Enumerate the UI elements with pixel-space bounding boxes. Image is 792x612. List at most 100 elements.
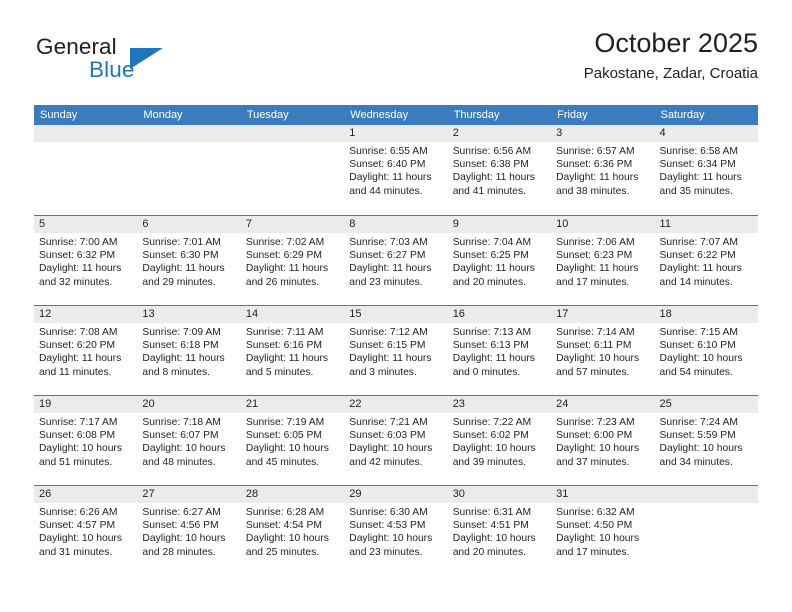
sunset-text: Sunset: 6:25 PM xyxy=(452,250,529,262)
day-cell-1[interactable]: 1 Sunrise: 6:55 AM Sunset: 6:40 PM Daylight… xyxy=(344,125,448,215)
day-details: Sunrise: 7:02 AM Sunset: 6:29 PM Daylight:… xyxy=(241,233,344,289)
day-details: Sunrise: 7:15 AM Sunset: 6:10 PM Daylight:… xyxy=(655,323,758,379)
day-cell-28[interactable]: 28 Sunrise: 6:28 AM Sunset: 4:54 PM Dayligh… xyxy=(240,486,345,575)
day-details: Sunrise: 7:19 AM Sunset: 6:05 PM Daylight:… xyxy=(241,413,344,469)
weekday-header-thursday: Thursday xyxy=(453,109,500,121)
calendar-page: General Blue October 2025 Pakostane, Zad… xyxy=(0,0,792,612)
day-number: 30 xyxy=(447,486,552,503)
sunset-text: Sunset: 6:29 PM xyxy=(245,250,322,262)
day-cell-20[interactable]: 20 Sunrise: 7:18 AM Sunset: 6:07 PM Dayligh… xyxy=(137,396,241,485)
weekday-header-wednesday: Wednesday xyxy=(350,109,409,121)
day-cell-24[interactable]: 24 Sunrise: 7:23 AM Sunset: 6:00 PM Dayligh… xyxy=(551,396,655,485)
sunset-text: Sunset: 6:30 PM xyxy=(142,250,219,262)
day-number xyxy=(654,486,758,503)
day-cell-15[interactable]: 15 Sunrise: 7:12 AM Sunset: 6:15 PM Dayligh… xyxy=(344,306,448,395)
day-details: Sunrise: 7:14 AM Sunset: 6:11 PM Daylight:… xyxy=(551,323,654,379)
day-cell-empty xyxy=(654,486,758,575)
day-cell-12[interactable]: 12 Sunrise: 7:08 AM Sunset: 6:20 PM Dayligh… xyxy=(34,306,138,395)
day-number: 14 xyxy=(240,306,345,323)
sunrise-text: Sunrise: 7:01 AM xyxy=(142,237,221,248)
daylight-text: Daylight: 11 hours and 3 minutes. xyxy=(349,353,432,378)
day-cell-25[interactable]: 25 Sunrise: 7:24 AM Sunset: 5:59 PM Dayligh… xyxy=(654,396,758,485)
day-cell-18[interactable]: 18 Sunrise: 7:15 AM Sunset: 6:10 PM Dayligh… xyxy=(654,306,758,395)
day-cell-2[interactable]: 2 Sunrise: 6:56 AM Sunset: 6:38 PM Daylight… xyxy=(447,125,552,215)
sunrise-text: Sunrise: 6:58 AM xyxy=(659,146,738,157)
weekday-header-tuesday: Tuesday xyxy=(246,109,289,121)
sunset-text: Sunset: 6:34 PM xyxy=(659,159,736,171)
day-cell-17[interactable]: 17 Sunrise: 7:14 AM Sunset: 6:11 PM Dayligh… xyxy=(551,306,655,395)
sunrise-text: Sunrise: 7:15 AM xyxy=(659,327,738,338)
day-details: Sunrise: 7:18 AM Sunset: 6:07 PM Daylight:… xyxy=(137,413,240,469)
day-number xyxy=(240,125,345,142)
sunset-text: Sunset: 4:50 PM xyxy=(556,520,633,532)
day-cell-26[interactable]: 26 Sunrise: 6:26 AM Sunset: 4:57 PM Dayligh… xyxy=(34,486,138,575)
day-cell-3[interactable]: 3 Sunrise: 6:57 AM Sunset: 6:36 PM Daylight… xyxy=(551,125,655,215)
day-cell-11[interactable]: 11 Sunrise: 7:07 AM Sunset: 6:22 PM Dayligh… xyxy=(654,216,758,305)
day-cell-10[interactable]: 10 Sunrise: 7:06 AM Sunset: 6:23 PM Dayligh… xyxy=(551,216,655,305)
day-details: Sunrise: 7:23 AM Sunset: 6:00 PM Daylight:… xyxy=(551,413,654,469)
day-details: Sunrise: 7:03 AM Sunset: 6:27 PM Daylight:… xyxy=(344,233,447,289)
day-cell-31[interactable]: 31 Sunrise: 6:32 AM Sunset: 4:50 PM Dayligh… xyxy=(551,486,655,575)
day-cell-5[interactable]: 5 Sunrise: 7:00 AM Sunset: 6:32 PM Daylight… xyxy=(34,216,138,305)
day-cell-29[interactable]: 29 Sunrise: 6:30 AM Sunset: 4:53 PM Dayligh… xyxy=(344,486,448,575)
day-number: 13 xyxy=(137,306,241,323)
day-cell-14[interactable]: 14 Sunrise: 7:11 AM Sunset: 6:16 PM Dayligh… xyxy=(240,306,345,395)
day-cell-23[interactable]: 23 Sunrise: 7:22 AM Sunset: 6:02 PM Dayligh… xyxy=(447,396,552,485)
daylight-text: Daylight: 10 hours and 57 minutes. xyxy=(556,353,640,378)
daylight-text: Daylight: 11 hours and 41 minutes. xyxy=(452,172,535,197)
day-cell-22[interactable]: 22 Sunrise: 7:21 AM Sunset: 6:03 PM Dayligh… xyxy=(344,396,448,485)
day-details: Sunrise: 6:55 AM Sunset: 6:40 PM Daylight:… xyxy=(344,142,447,198)
day-details: Sunrise: 7:22 AM Sunset: 6:02 PM Daylight:… xyxy=(448,413,551,469)
day-cell-27[interactable]: 27 Sunrise: 6:27 AM Sunset: 4:56 PM Dayligh… xyxy=(137,486,241,575)
day-cell-30[interactable]: 30 Sunrise: 6:31 AM Sunset: 4:51 PM Dayligh… xyxy=(447,486,552,575)
sunrise-text: Sunrise: 7:19 AM xyxy=(245,417,325,428)
day-cell-7[interactable]: 7 Sunrise: 7:02 AM Sunset: 6:29 PM Daylight… xyxy=(240,216,345,305)
brand-logo[interactable]: General Blue xyxy=(34,34,254,92)
day-cell-16[interactable]: 16 Sunrise: 7:13 AM Sunset: 6:13 PM Dayligh… xyxy=(447,306,552,395)
day-details: Sunrise: 7:06 AM Sunset: 6:23 PM Daylight:… xyxy=(551,233,654,289)
day-details: Sunrise: 6:56 AM Sunset: 6:38 PM Daylight:… xyxy=(448,142,551,198)
title-block: October 2025 Pakostane, Zadar, Croatia xyxy=(584,26,758,85)
daylight-text: Daylight: 11 hours and 44 minutes. xyxy=(349,172,432,197)
page-header: General Blue October 2025 Pakostane, Zad… xyxy=(34,26,758,98)
calendar-weeks: 1 Sunrise: 6:55 AM Sunset: 6:40 PM Daylight… xyxy=(34,125,758,575)
daylight-text: Daylight: 10 hours and 37 minutes. xyxy=(556,443,640,468)
day-cell-empty xyxy=(240,125,345,215)
sunset-text: Sunset: 6:22 PM xyxy=(659,250,736,262)
day-cell-9[interactable]: 9 Sunrise: 7:04 AM Sunset: 6:25 PM Daylight… xyxy=(447,216,552,305)
day-details: Sunrise: 6:26 AM Sunset: 4:57 PM Daylight:… xyxy=(34,503,137,559)
sunrise-text: Sunrise: 7:18 AM xyxy=(142,417,221,428)
day-cell-19[interactable]: 19 Sunrise: 7:17 AM Sunset: 6:08 PM Dayligh… xyxy=(34,396,138,485)
sunset-text: Sunset: 4:54 PM xyxy=(245,520,322,532)
day-cell-21[interactable]: 21 Sunrise: 7:19 AM Sunset: 6:05 PM Dayligh… xyxy=(240,396,345,485)
sunset-text: Sunset: 4:56 PM xyxy=(142,520,219,532)
day-number xyxy=(34,125,138,142)
day-number: 24 xyxy=(551,396,655,413)
daylight-text: Daylight: 11 hours and 20 minutes. xyxy=(452,263,535,288)
sunset-text: Sunset: 6:15 PM xyxy=(349,340,426,352)
day-number: 1 xyxy=(344,125,448,142)
day-cell-4[interactable]: 4 Sunrise: 6:58 AM Sunset: 6:34 PM Daylight… xyxy=(654,125,758,215)
day-details: Sunrise: 6:28 AM Sunset: 4:54 PM Daylight:… xyxy=(241,503,344,559)
weekday-header-sunday: Sunday xyxy=(40,109,78,121)
daylight-text: Daylight: 11 hours and 17 minutes. xyxy=(556,263,639,288)
day-number: 8 xyxy=(344,216,448,233)
day-cell-empty xyxy=(137,125,241,215)
day-details: Sunrise: 7:21 AM Sunset: 6:03 PM Daylight:… xyxy=(344,413,447,469)
day-number: 26 xyxy=(34,486,138,503)
day-number xyxy=(137,125,241,142)
daylight-text: Daylight: 10 hours and 39 minutes. xyxy=(452,443,536,468)
day-details: Sunrise: 7:04 AM Sunset: 6:25 PM Daylight:… xyxy=(448,233,551,289)
calendar-week-row: 5 Sunrise: 7:00 AM Sunset: 6:32 PM Daylight… xyxy=(34,215,758,305)
daylight-text: Daylight: 11 hours and 26 minutes. xyxy=(245,263,329,288)
day-details: Sunrise: 6:57 AM Sunset: 6:36 PM Daylight:… xyxy=(551,142,654,198)
sunrise-text: Sunrise: 7:07 AM xyxy=(659,237,738,248)
day-cell-8[interactable]: 8 Sunrise: 7:03 AM Sunset: 6:27 PM Daylight… xyxy=(344,216,448,305)
day-number: 18 xyxy=(654,306,758,323)
sunrise-text: Sunrise: 7:12 AM xyxy=(349,327,428,338)
sunrise-text: Sunrise: 6:30 AM xyxy=(349,507,428,518)
day-cell-6[interactable]: 6 Sunrise: 7:01 AM Sunset: 6:30 PM Daylight… xyxy=(137,216,241,305)
day-number: 11 xyxy=(654,216,758,233)
day-cell-13[interactable]: 13 Sunrise: 7:09 AM Sunset: 6:18 PM Dayligh… xyxy=(137,306,241,395)
day-details: Sunrise: 6:58 AM Sunset: 6:34 PM Daylight:… xyxy=(655,142,758,198)
